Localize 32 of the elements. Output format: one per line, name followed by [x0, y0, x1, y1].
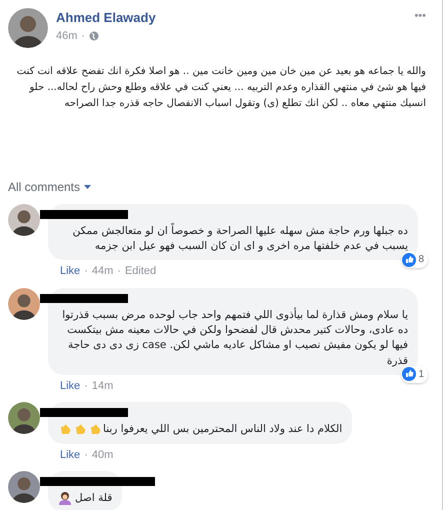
globe-icon: [89, 30, 100, 41]
clapping-hands-icon: [59, 422, 72, 436]
comment-text: قلة اصل: [58, 491, 112, 506]
avatar[interactable]: [8, 204, 40, 236]
avatar[interactable]: [8, 402, 40, 434]
separator-dot: ·: [81, 28, 86, 44]
author-name[interactable]: Ahmed Elawady: [56, 8, 406, 28]
comment-text: الكلام دا عند ولاد الناس المحترمين بس اللي يعرفوا ربنا: [58, 422, 342, 438]
caret-icon[interactable]: [84, 184, 92, 190]
like-link[interactable]: Like: [60, 446, 80, 464]
reaction-count[interactable]: 1: [401, 366, 428, 383]
reaction-count[interactable]: 8: [401, 251, 428, 268]
avatar[interactable]: [8, 288, 40, 320]
comment-time[interactable]: 40m: [92, 446, 114, 464]
comments-filter-dropdown[interactable]: All comments: [8, 178, 92, 196]
separator-dot: ·: [84, 448, 88, 463]
like-link[interactable]: Like: [60, 378, 80, 394]
more-options-button[interactable]: •••: [414, 8, 426, 24]
separator-dot: ·: [84, 378, 88, 394]
comment-time[interactable]: 44m: [92, 263, 114, 280]
comment-time[interactable]: 14m: [92, 378, 114, 394]
avatar[interactable]: [8, 8, 48, 48]
woman-icon: [58, 491, 72, 506]
edited-label[interactable]: Edited: [124, 263, 156, 280]
avatar[interactable]: [8, 471, 40, 504]
separator-dot: ·: [84, 264, 88, 280]
post-time[interactable]: 46m: [56, 28, 78, 44]
clapping-hands-icon: [89, 422, 102, 436]
like-link[interactable]: Like: [60, 263, 80, 280]
clapping-hands-icon: [74, 422, 87, 436]
separator-dot: ·: [117, 264, 121, 280]
post-text: والله يا جماعه هو بعيد عن مين خان مين ومين خانت مين .. هو اصلا فكرة انك تفضح علاقه انت كنت فيها هو شئ في منتهي القذاره وعدم التربيه ... يعني كنت في علاقه وطلع وحش راح لحاله... حلو انسيك منتهي معاه .. لكن انك تطلع (ى) وتقول اسباب الانفصال حاجه قذره جدا الصراحه: [16, 65, 426, 111]
